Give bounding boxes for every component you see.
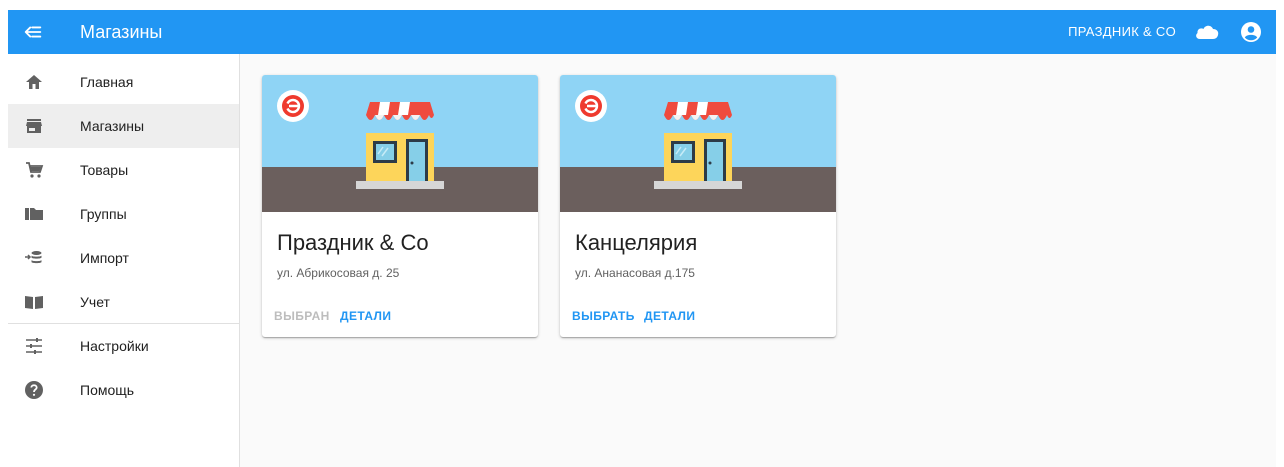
home-icon (26, 75, 42, 89)
store-card: Канцелярия ул. Ананасовая д.175 ВЫБРАТЬ … (560, 75, 836, 337)
store-card: Праздник & Co ул. Абрикосовая д. 25 ВЫБР… (262, 75, 538, 337)
current-store-button[interactable]: ПРАЗДНИК & CO (1068, 24, 1176, 39)
help-icon (25, 381, 43, 399)
sidebar-item-label: Группы (80, 206, 127, 222)
store-illustration (560, 75, 836, 212)
sidebar-item-label: Импорт (80, 250, 129, 266)
app-window: Магазины ПРАЗДНИК & CO Главная Магазины … (8, 10, 1276, 467)
page-title: Магазины (80, 22, 163, 42)
select-store-button[interactable]: ВЫБРАТЬ (572, 309, 635, 323)
select-store-button: ВЫБРАН (274, 309, 330, 323)
tune-icon (26, 338, 42, 354)
store-address: ул. Ананасовая д.175 (575, 266, 695, 280)
sidebar-item-groups[interactable]: Группы (8, 192, 239, 236)
sidebar-item-help[interactable]: Помощь (8, 368, 239, 412)
account-circle-icon[interactable] (1240, 21, 1262, 43)
menu-open-icon[interactable] (22, 21, 44, 43)
cloud-icon[interactable] (1194, 21, 1220, 43)
sidebar-item-home[interactable]: Главная (8, 60, 239, 104)
sidebar-item-import[interactable]: Импорт (8, 236, 239, 280)
store-name: Праздник & Co (277, 230, 429, 255)
store-icon (26, 119, 42, 133)
sidebar-item-label: Учет (80, 294, 110, 310)
sidebar-item-label: Магазины (80, 118, 145, 134)
store-name: Канцелярия (575, 230, 698, 255)
import-icon (25, 251, 42, 264)
sidebar-item-accounting[interactable]: Учет (8, 280, 239, 324)
sidebar-item-label: Товары (80, 162, 129, 178)
sidebar-item-label: Главная (80, 74, 134, 90)
brand-logo (277, 90, 309, 122)
sidebar-item-stores[interactable]: Магазины (8, 104, 239, 148)
sidebar-item-products[interactable]: Товары (8, 148, 239, 192)
sidebar-item-label: Помощь (80, 382, 135, 398)
cart-icon (26, 162, 44, 178)
brand-logo (575, 90, 607, 122)
sidebar: Главная Магазины Товары Группы Импорт Уч… (8, 54, 240, 467)
folder-icon (25, 208, 43, 220)
sidebar-item-label: Настройки (80, 338, 149, 354)
sidebar-item-settings[interactable]: Настройки (8, 324, 239, 368)
store-details-button[interactable]: ДЕТАЛИ (644, 309, 695, 323)
book-icon (25, 296, 43, 309)
store-details-button[interactable]: ДЕТАЛИ (340, 309, 391, 323)
store-illustration (262, 75, 538, 212)
app-bar: Магазины ПРАЗДНИК & CO (8, 10, 1276, 54)
store-address: ул. Абрикосовая д. 25 (277, 266, 400, 280)
